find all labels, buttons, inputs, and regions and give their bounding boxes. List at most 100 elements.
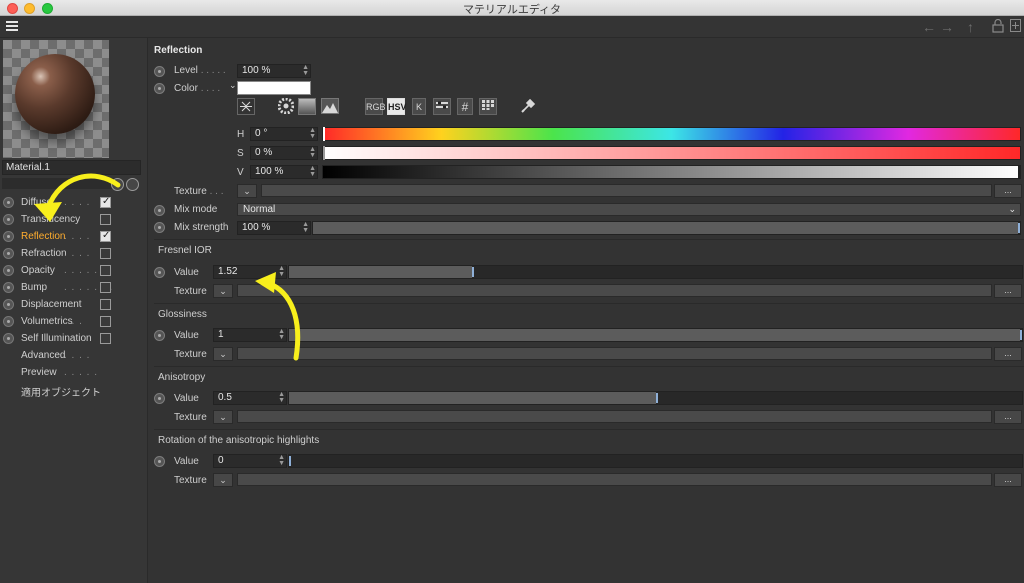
level-field[interactable]: 100 % ▲ ▼: [237, 64, 311, 78]
hue-gradient-slider[interactable]: [322, 127, 1021, 141]
rotation-texture-slot[interactable]: [237, 473, 992, 486]
glossiness-value-slider[interactable]: [288, 328, 1023, 342]
anisotropy-value-field[interactable]: 0.5 ▲ ▼: [213, 391, 287, 405]
saturation-gradient-slider[interactable]: [322, 146, 1021, 160]
channel-enable-checkbox[interactable]: [100, 333, 111, 344]
mix-strength-field[interactable]: 100 % ▲ ▼: [237, 221, 311, 235]
channel-enable-checkbox[interactable]: [100, 230, 111, 242]
channel-enable-checkbox[interactable]: [100, 248, 111, 259]
reflection-texture-slot[interactable]: [261, 184, 992, 197]
material-link-button[interactable]: [126, 178, 139, 191]
anisotropy-value-slider[interactable]: [288, 391, 1023, 405]
channel-animate-icon[interactable]: [3, 231, 14, 242]
channel-animate-icon[interactable]: [3, 282, 14, 293]
channel-animate-icon[interactable]: [3, 214, 14, 225]
rotation-value-field[interactable]: 0 ▲ ▼: [213, 454, 287, 468]
channel-animate-icon[interactable]: [3, 248, 14, 259]
color-swatch[interactable]: [237, 81, 311, 95]
fresnel-texture-slot[interactable]: [237, 284, 992, 297]
channel-animate-icon[interactable]: [3, 333, 14, 344]
kelvin-mode-button[interactable]: K: [412, 98, 426, 115]
mix-strength-slider[interactable]: [312, 221, 1021, 235]
material-name-field[interactable]: Material.1: [2, 160, 141, 175]
menu-icon[interactable]: [6, 21, 18, 32]
channel-item[interactable]: Reflection. . . .: [0, 229, 148, 246]
hsv-mode-button[interactable]: HSV: [387, 98, 407, 115]
saturation-field[interactable]: 0 % ▲ ▼: [250, 146, 318, 160]
color-wheel-icon[interactable]: [277, 97, 295, 115]
slider-knob[interactable]: [656, 393, 658, 403]
slider-knob[interactable]: [472, 267, 474, 277]
value-marker[interactable]: [1018, 165, 1020, 179]
channel-enable-checkbox[interactable]: [100, 316, 111, 327]
anisotropy-texture-dropdown[interactable]: ⌄: [213, 410, 233, 424]
material-subfield[interactable]: [2, 178, 116, 189]
fresnel-value-animate-icon[interactable]: [154, 267, 165, 278]
material-options-button[interactable]: [111, 178, 124, 191]
color-picture-icon[interactable]: [321, 98, 339, 115]
level-animate-icon[interactable]: [154, 66, 165, 77]
channel-item[interactable]: Advanced. . . .: [0, 348, 148, 365]
anisotropy-texture-slot[interactable]: [237, 410, 992, 423]
rotation-texture-more-button[interactable]: ...: [994, 473, 1022, 487]
channel-animate-icon[interactable]: [3, 197, 14, 208]
glossiness-texture-dropdown[interactable]: ⌄: [213, 347, 233, 361]
color-animate-icon[interactable]: [154, 83, 165, 94]
channel-animate-icon[interactable]: [3, 265, 14, 276]
channel-item[interactable]: Displacement. .: [0, 297, 148, 314]
channel-item[interactable]: Preview . . . . .: [0, 365, 148, 382]
channel-item[interactable]: Diffuse . . . .: [0, 195, 148, 212]
channel-item[interactable]: 適用オブジェクト: [0, 382, 148, 399]
channel-item[interactable]: Refraction. . . .: [0, 246, 148, 263]
saturation-marker[interactable]: [323, 146, 325, 160]
hue-marker[interactable]: [323, 127, 325, 141]
value-field[interactable]: 100 % ▲ ▼: [250, 165, 318, 179]
anisotropy-value-animate-icon[interactable]: [154, 393, 165, 404]
color-expand-icon[interactable]: ⌄: [229, 80, 237, 91]
swatches-mode-icon[interactable]: [479, 98, 497, 115]
up-arrow-icon[interactable]: ↑: [967, 19, 974, 35]
forward-arrow-icon[interactable]: →: [940, 19, 954, 35]
back-arrow-icon[interactable]: ←: [922, 19, 936, 35]
reflection-texture-more-button[interactable]: ...: [994, 184, 1022, 198]
channel-enable-checkbox[interactable]: [100, 265, 111, 276]
rotation-value-animate-icon[interactable]: [154, 456, 165, 467]
channel-item[interactable]: Opacity. . . . . .: [0, 263, 148, 280]
slider-knob[interactable]: [289, 456, 291, 466]
channel-enable-checkbox[interactable]: [100, 214, 111, 225]
channel-item[interactable]: Self Illumination: [0, 331, 148, 348]
rotation-value-slider[interactable]: [288, 454, 1023, 468]
color-collapse-icon[interactable]: [237, 98, 255, 115]
channel-enable-checkbox[interactable]: [100, 299, 111, 310]
rgb-mode-button[interactable]: RGB: [365, 98, 386, 115]
glossiness-value-field[interactable]: 1 ▲ ▼: [213, 328, 287, 342]
hex-mode-icon[interactable]: #: [457, 98, 473, 115]
channel-enable-checkbox[interactable]: [100, 196, 111, 208]
channel-animate-icon[interactable]: [3, 299, 14, 310]
mix-mode-select[interactable]: Normal ⌄: [237, 203, 1021, 216]
channel-item[interactable]: Translucency. .: [0, 212, 148, 229]
reflection-texture-dropdown[interactable]: ⌄: [237, 184, 257, 198]
channel-enable-checkbox[interactable]: [100, 282, 111, 293]
eyedropper-icon[interactable]: [519, 98, 537, 115]
glossiness-value-animate-icon[interactable]: [154, 330, 165, 341]
anisotropy-texture-more-button[interactable]: ...: [994, 410, 1022, 424]
fresnel-texture-more-button[interactable]: ...: [994, 284, 1022, 298]
mix-strength-animate-icon[interactable]: [154, 222, 165, 233]
slider-knob[interactable]: [1020, 330, 1022, 340]
hue-field[interactable]: 0 ° ▲ ▼: [250, 127, 318, 141]
channel-item[interactable]: Bump. . . . . . .: [0, 280, 148, 297]
slider-knob[interactable]: [1018, 223, 1020, 233]
mix-mode-animate-icon[interactable]: [154, 205, 165, 216]
glossiness-texture-slot[interactable]: [237, 347, 992, 360]
fresnel-value-slider[interactable]: [288, 265, 1023, 279]
mixer-mode-icon[interactable]: [433, 98, 451, 115]
new-panel-icon[interactable]: [1010, 19, 1021, 35]
channel-animate-icon[interactable]: [3, 316, 14, 327]
rotation-texture-dropdown[interactable]: ⌄: [213, 473, 233, 487]
fresnel-texture-dropdown[interactable]: ⌄: [213, 284, 233, 298]
value-gradient-slider[interactable]: [322, 165, 1021, 179]
channel-item[interactable]: Volumetrics. . .: [0, 314, 148, 331]
glossiness-texture-more-button[interactable]: ...: [994, 347, 1022, 361]
fresnel-value-field[interactable]: 1.52 ▲ ▼: [213, 265, 287, 279]
